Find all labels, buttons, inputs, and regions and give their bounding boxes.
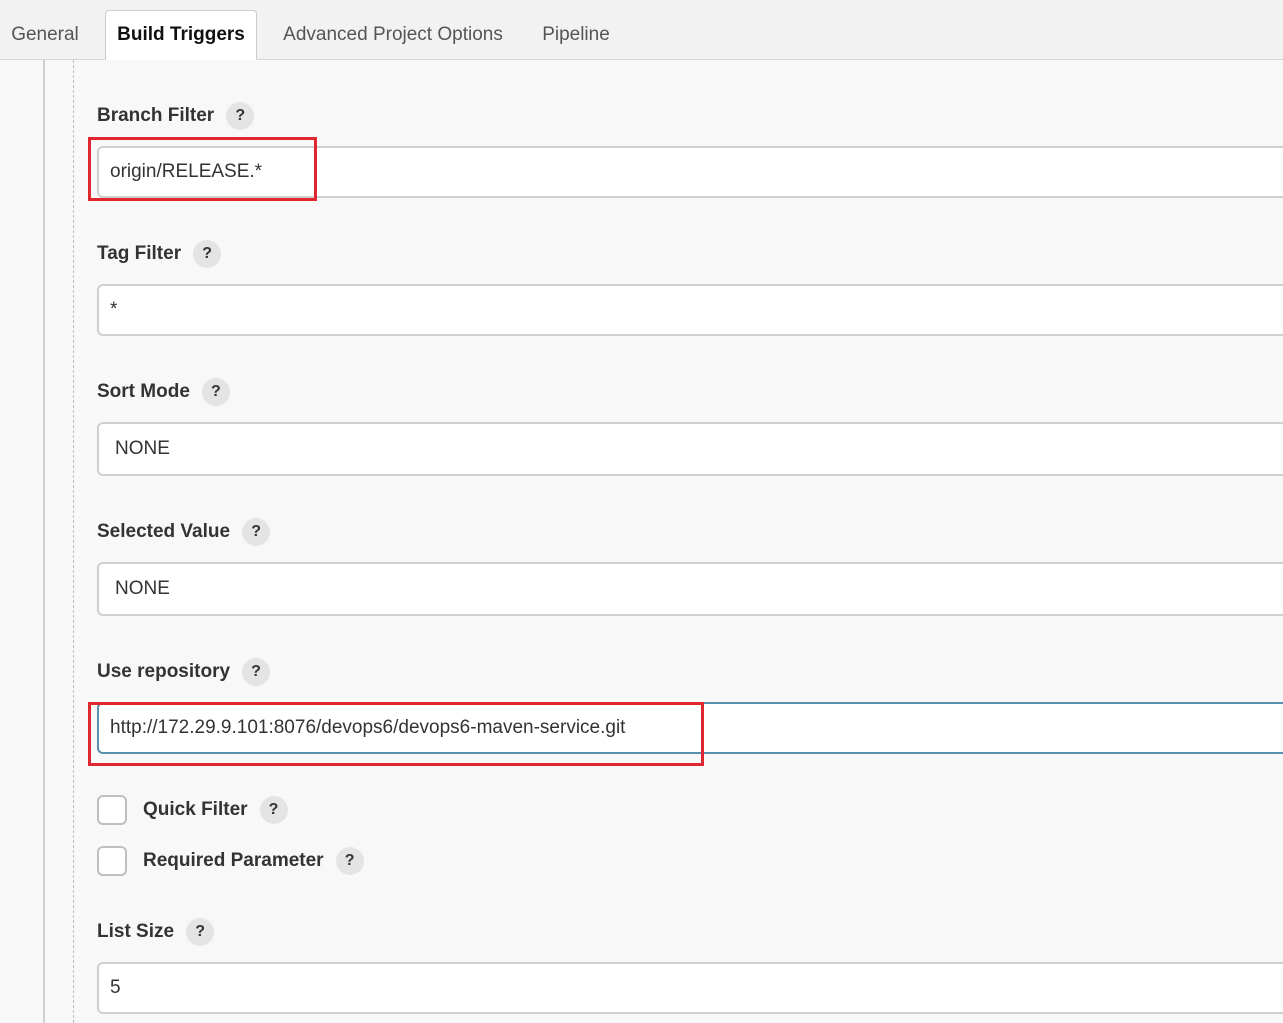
tag-filter-label: Tag Filter [97, 243, 182, 264]
nested-section-border [73, 60, 74, 1023]
branch-filter-input[interactable]: origin/RELEASE.* [97, 146, 1283, 198]
required-parameter-checkbox[interactable] [97, 846, 127, 876]
use-repository-value: http://172.29.9.101:8076/devops6/devops6… [110, 717, 626, 738]
required-parameter-label: Required Parameter [143, 850, 324, 871]
list-size-label: List Size [97, 921, 175, 942]
list-size-label-row: List Size ? [97, 918, 215, 946]
branch-filter-value: origin/RELEASE.* [110, 161, 263, 182]
selected-value-label-row: Selected Value ? [97, 518, 271, 546]
sort-mode-label: Sort Mode [97, 381, 190, 402]
selected-value-help-icon[interactable]: ? [242, 518, 271, 546]
list-size-input[interactable]: 5 [97, 962, 1283, 1014]
config-form: Branch Filter ? origin/RELEASE.* Tag Fil… [0, 60, 1283, 1023]
tag-filter-label-row: Tag Filter ? [97, 240, 222, 268]
tab-build-triggers[interactable]: Build Triggers [105, 10, 257, 60]
quick-filter-checkbox[interactable] [97, 795, 127, 825]
list-size-value: 5 [110, 977, 121, 998]
quick-filter-label: Quick Filter [143, 799, 248, 820]
required-parameter-help-icon[interactable]: ? [335, 847, 364, 875]
tab-pipeline[interactable]: Pipeline [530, 10, 622, 60]
required-parameter-row: Required Parameter ? [97, 846, 364, 876]
branch-filter-label: Branch Filter [97, 105, 215, 126]
section-border [43, 60, 45, 1023]
sort-mode-select[interactable]: NONE [97, 422, 1283, 476]
sort-mode-label-row: Sort Mode ? [97, 378, 230, 406]
tab-bar: General Build Triggers Advanced Project … [0, 0, 1283, 60]
branch-filter-help-icon[interactable]: ? [226, 102, 255, 130]
branch-filter-label-row: Branch Filter ? [97, 102, 255, 130]
quick-filter-row: Quick Filter ? [97, 795, 288, 825]
sort-mode-value: NONE [115, 438, 170, 459]
use-repository-input[interactable]: http://172.29.9.101:8076/devops6/devops6… [97, 702, 1283, 754]
selected-value-value: NONE [115, 578, 170, 599]
tag-filter-input[interactable]: * [97, 284, 1283, 336]
tag-filter-value: * [110, 299, 118, 320]
use-repository-label-row: Use repository ? [97, 658, 271, 686]
selected-value-label: Selected Value [97, 521, 231, 542]
list-size-help-icon[interactable]: ? [186, 918, 215, 946]
use-repository-label: Use repository [97, 661, 231, 682]
use-repository-help-icon[interactable]: ? [242, 658, 271, 686]
tab-general[interactable]: General [0, 10, 90, 60]
sort-mode-help-icon[interactable]: ? [201, 378, 230, 406]
selected-value-select[interactable]: NONE [97, 562, 1283, 616]
tag-filter-help-icon[interactable]: ? [193, 240, 222, 268]
quick-filter-help-icon[interactable]: ? [259, 796, 288, 824]
tab-advanced-project-options[interactable]: Advanced Project Options [272, 10, 514, 60]
